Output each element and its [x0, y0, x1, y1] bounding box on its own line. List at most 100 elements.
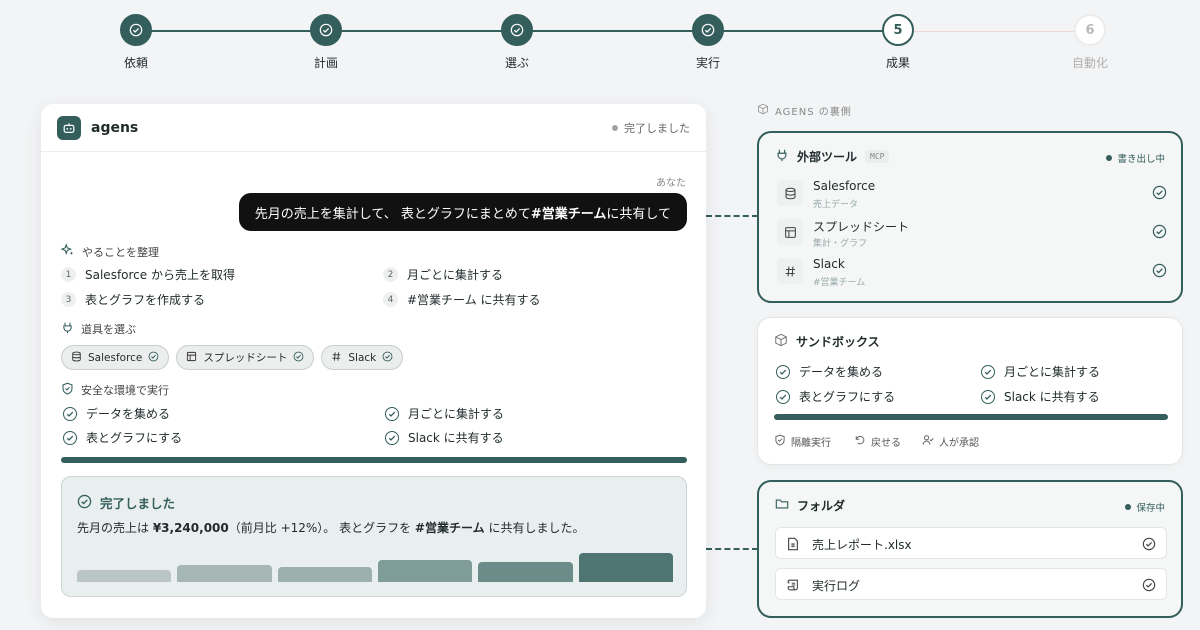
check-icon	[63, 406, 77, 421]
step-label: 依頼	[123, 56, 148, 70]
item-text: 月ごとに集計する	[1004, 365, 1101, 379]
sparkle-icon	[60, 243, 75, 260]
plan-heading: やることを整理	[60, 243, 159, 260]
status-badge: 書き出し中	[1106, 151, 1165, 165]
spreadsheet-file-icon	[786, 536, 800, 555]
result-summary: 先月の売上は ¥3,240,000（前月比 +12%）。 表とグラフを #営業チ…	[77, 519, 584, 536]
cube-icon	[774, 333, 788, 350]
result-heading: 完了しました	[77, 493, 175, 512]
check-icon	[385, 430, 399, 445]
tool-row-salesforce[interactable]: Salesforce 売上データ	[777, 178, 1167, 212]
step-plan[interactable]: 計画	[281, 14, 371, 71]
file-name: 売上レポート.xlsx	[812, 538, 912, 552]
result-bar	[478, 562, 573, 582]
check-icon	[1152, 185, 1167, 204]
step-number: 5	[882, 14, 914, 46]
tool-chip-salesforce[interactable]: Salesforce	[61, 345, 170, 370]
execution-item: 月ごとに集計する	[385, 405, 504, 422]
result-bar	[177, 565, 272, 582]
card-header: サンドボックス	[774, 333, 880, 350]
mcp-badge: MCP	[865, 150, 890, 163]
step-automate[interactable]: 6 自動化	[1045, 14, 1135, 71]
step-execute[interactable]: 実行	[663, 14, 753, 71]
status-text: 保存中	[1136, 503, 1165, 514]
status-text: 書き出し中	[1117, 154, 1165, 165]
card-header: フォルダ	[775, 497, 845, 514]
status-text: 完了しました	[624, 121, 690, 135]
item-text: Slack に共有する	[408, 431, 504, 445]
sandbox-card: サンドボックス データを集める 月ごとに集計する 表とグラフにする Slack …	[757, 317, 1183, 465]
check-icon	[776, 389, 790, 404]
item-text: 表とグラフにする	[799, 390, 896, 404]
file-row-log[interactable]: 実行ログ	[775, 568, 1167, 600]
check-icon	[776, 364, 790, 379]
result-bar	[578, 553, 673, 582]
check-circle-icon	[77, 494, 92, 512]
folder-icon	[775, 497, 789, 514]
task-number: 1	[61, 267, 76, 282]
tool-name: スプレッドシート	[813, 220, 910, 234]
summary-text: （前月比 +12%）。 表とグラフを	[228, 521, 415, 535]
isolation-note: 隔離実行	[774, 434, 831, 449]
task-text: 表とグラフを作成する	[85, 293, 206, 307]
hash-icon	[777, 258, 803, 284]
item-text: データを集める	[799, 365, 884, 379]
check-icon	[120, 14, 152, 46]
tool-subtitle: 集計・グラフ	[813, 239, 868, 249]
tool-row-spreadsheet[interactable]: スプレッドシート 集計・グラフ	[777, 217, 1167, 251]
step-label: 実行	[695, 56, 720, 70]
shield-icon	[774, 434, 786, 449]
task-text: Salesforce から売上を取得	[85, 268, 235, 282]
section-title: やることを整理	[82, 245, 159, 259]
table-icon	[777, 219, 803, 245]
plan-task: 4 #営業チーム に共有する	[383, 291, 541, 308]
step-result[interactable]: 5 成果	[853, 14, 943, 71]
sender-label: あなた	[656, 178, 686, 189]
step-label: 成果	[885, 56, 910, 70]
result-panel: 完了しました 先月の売上は ¥3,240,000（前月比 +12%）。 表とグラ…	[61, 476, 687, 597]
chip-label: スプレッドシート	[203, 352, 288, 364]
footer-text: 隔離実行	[791, 438, 831, 449]
item-text: Slack に共有する	[1004, 390, 1100, 404]
section-label: AGENS の裏側	[775, 107, 852, 118]
task-number: 4	[383, 292, 398, 307]
item-text: データを集める	[86, 407, 171, 421]
chip-label: Salesforce	[88, 351, 143, 364]
tool-row-slack[interactable]: Slack #営業チーム	[777, 256, 1167, 290]
check-icon	[1152, 224, 1167, 243]
result-bar	[378, 560, 473, 582]
tool-subtitle: #営業チーム	[813, 278, 866, 288]
check-icon	[981, 389, 995, 404]
step-choose[interactable]: 選ぶ	[472, 14, 562, 71]
hash-icon	[331, 351, 342, 365]
tools-heading: 道具を選ぶ	[61, 321, 136, 337]
item-text: 表とグラフにする	[86, 431, 183, 445]
status-badge: 保存中	[1125, 500, 1165, 514]
sandbox-item: データを集める	[776, 363, 883, 380]
sandbox-progress-bar	[774, 414, 1168, 420]
card-title: 外部ツール	[797, 150, 858, 164]
undo-icon	[854, 434, 866, 449]
tool-chip-slack[interactable]: Slack	[321, 345, 404, 370]
database-icon	[71, 351, 82, 365]
step-request[interactable]: 依頼	[91, 14, 181, 71]
summary-text: に共有しました。	[484, 521, 585, 535]
task-text: 月ごとに集計する	[407, 268, 504, 282]
execution-heading: 安全な環境で実行	[61, 382, 169, 398]
file-name: 実行ログ	[812, 579, 861, 593]
task-number: 2	[383, 267, 398, 282]
tool-chip-spreadsheet[interactable]: スプレッドシート	[176, 345, 315, 370]
user-check-icon	[922, 434, 934, 449]
card-header: 外部ツール MCP	[775, 148, 890, 165]
check-icon	[692, 14, 724, 46]
status-dot	[612, 124, 618, 131]
scroll-icon	[786, 577, 800, 596]
section-title: 道具を選ぶ	[81, 323, 136, 336]
folder-card: フォルダ 保存中 売上レポート.xlsx 実行ログ	[757, 480, 1183, 618]
step-number: 6	[1074, 14, 1106, 46]
check-icon	[1152, 263, 1167, 282]
check-icon	[293, 351, 304, 365]
cube-icon	[757, 103, 769, 118]
file-row-report[interactable]: 売上レポート.xlsx	[775, 527, 1167, 559]
step-label: 選ぶ	[504, 56, 529, 70]
